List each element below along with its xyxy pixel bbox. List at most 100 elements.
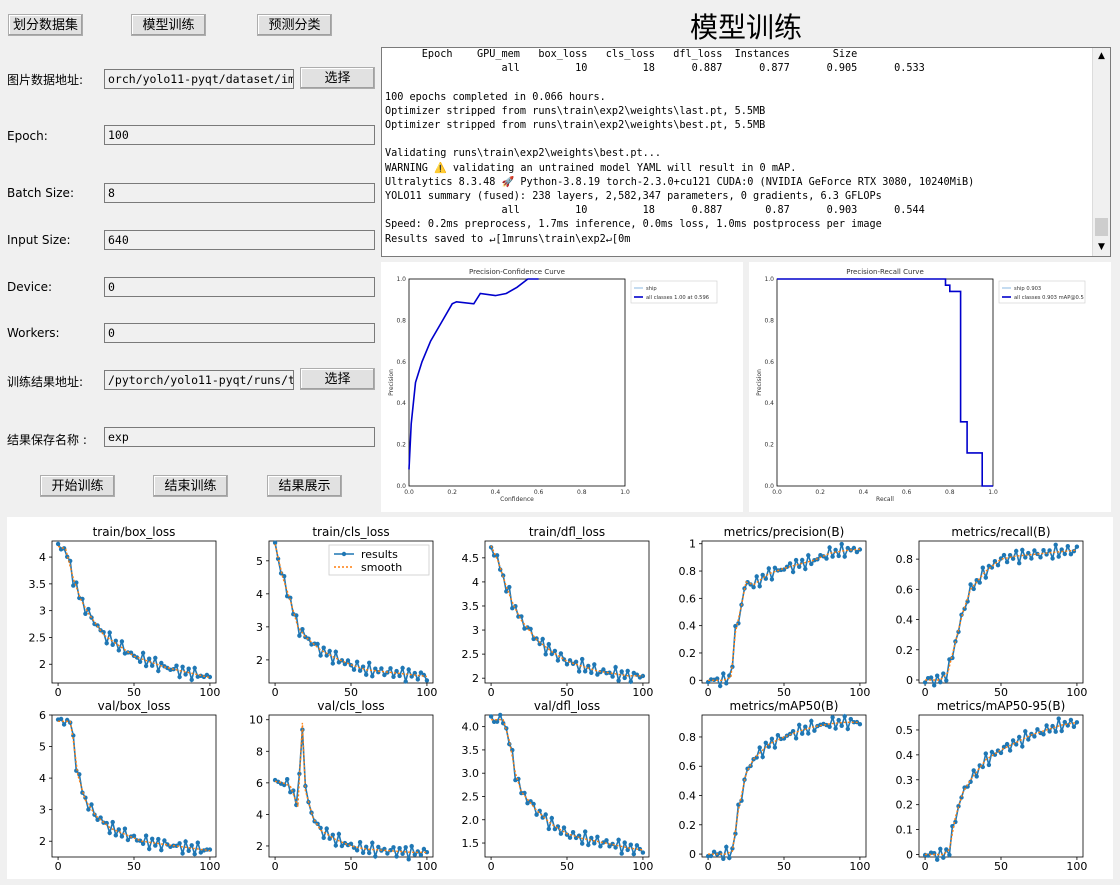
plot-point-2-41	[613, 665, 618, 670]
plot-point-1-50	[424, 678, 430, 683]
plot-point-2-33	[589, 670, 594, 675]
show-results-button[interactable]: 结果展示	[267, 475, 342, 497]
workers-field[interactable]: 0	[104, 323, 375, 343]
plot-point-4-35	[1029, 556, 1034, 561]
plot-ytick-1-2: 4	[256, 588, 263, 601]
plot-point-5-40	[177, 841, 182, 846]
plot-point-4-18	[977, 580, 982, 585]
model-train-button[interactable]: 模型训练	[131, 14, 206, 36]
log-scrollbar[interactable]: ▲ ▼	[1092, 48, 1110, 256]
plot-xtick-1-2: 100	[416, 686, 437, 699]
plot-point-1-42	[400, 665, 405, 671]
plot-point-1-24	[345, 658, 351, 663]
plot-xtick-3-1: 50	[777, 686, 791, 699]
plot-point-1-15	[318, 653, 323, 658]
plot-ytick-6-1: 4	[256, 808, 263, 821]
plot-point-1-19	[330, 661, 335, 666]
start-train-button[interactable]: 开始训练	[40, 475, 115, 497]
plot-point-0-29	[143, 663, 149, 669]
plot-point-3-33	[806, 553, 811, 558]
batch-size-field[interactable]: 8	[104, 183, 375, 203]
plot-point-4-31	[1017, 561, 1022, 566]
plot-point-7-36	[598, 844, 603, 849]
plot-point-1-39	[391, 674, 396, 679]
plot-xtick-7-1: 50	[560, 860, 574, 873]
split-dataset-button[interactable]: 划分数据集	[8, 14, 83, 36]
epoch-field[interactable]: 100	[104, 125, 375, 145]
curve-ylabel-0: Precision	[388, 369, 395, 396]
plot-xtick-9-0: 0	[922, 860, 929, 873]
curve-title-0: Precision-Confidence Curve	[469, 268, 565, 276]
plot-legend-smooth-label: smooth	[361, 561, 402, 574]
plot-point-7-43	[619, 851, 624, 856]
input-size-field[interactable]: 640	[104, 230, 375, 250]
plot-point-9-27	[1004, 741, 1010, 747]
plot-point-3-17	[757, 584, 762, 589]
plot-ytick-7-1: 2.0	[462, 814, 480, 827]
plot-point-0-41	[180, 664, 185, 669]
plot-point-5-23	[125, 837, 131, 843]
curve-ytick-1-5: 1.0	[764, 276, 774, 283]
epoch-label: Epoch:	[7, 129, 48, 143]
plot-point-8-11	[739, 798, 744, 803]
curve-legend-label-0-0: ship	[646, 286, 657, 292]
plot-results-line-2	[490, 547, 644, 685]
save-name-field[interactable]: exp	[104, 427, 375, 447]
plot-legend-results-marker	[341, 551, 347, 557]
plot-axes-4	[918, 540, 1084, 684]
plot-point-7-18	[543, 812, 548, 817]
plot-point-4-2	[928, 675, 934, 680]
plot-point-8-31	[800, 731, 805, 736]
plot-point-6-39	[391, 845, 396, 850]
plot-ytick-2-4: 4	[472, 576, 479, 589]
plot-point-0-34	[159, 660, 164, 666]
plot-point-4-32	[1020, 547, 1025, 553]
plot-ytick-6-2: 6	[256, 777, 263, 790]
scroll-down-icon[interactable]: ▼	[1093, 239, 1110, 256]
plot-xtick-5-0: 0	[55, 860, 62, 873]
plot-point-9-7	[944, 847, 949, 852]
choose-result-path-button[interactable]: 选择	[300, 368, 375, 390]
batch-size-label: Batch Size:	[7, 186, 74, 200]
stop-train-button[interactable]: 结束训练	[153, 475, 228, 497]
plot-point-4-20	[983, 575, 988, 580]
plot-point-5-28	[140, 841, 146, 846]
scroll-up-icon[interactable]: ▲	[1093, 48, 1110, 65]
image-path-field[interactable]: orch/yolo11-pyqt/dataset/images	[104, 69, 294, 89]
plot-ytick-8-2: 0.4	[679, 790, 697, 803]
plot-point-8-42	[833, 726, 838, 731]
training-log[interactable]: Epoch GPU_mem box_loss cls_loss dfl_loss…	[381, 47, 1111, 257]
plot-point-9-49	[1071, 724, 1077, 729]
plot-point-2-21	[552, 648, 558, 654]
scroll-thumb[interactable]	[1095, 218, 1108, 236]
plot-ytick-0-3: 3.5	[29, 578, 47, 591]
curve-xtick-0-3: 0.6	[534, 489, 544, 496]
plot-point-2-29	[576, 669, 582, 674]
plot-point-7-14	[531, 801, 536, 807]
plot-axes-2	[484, 540, 650, 684]
plot-point-4-42	[1050, 556, 1055, 561]
plot-point-4-50	[1074, 544, 1080, 549]
plot-point-2-37	[601, 667, 606, 672]
plot-point-0-9	[83, 611, 88, 616]
plot-ytick-9-5: 0.5	[896, 724, 914, 737]
plot-ytick-9-2: 0.2	[896, 799, 914, 812]
predict-classify-button[interactable]: 预测分类	[257, 14, 332, 36]
choose-image-path-button[interactable]: 选择	[300, 67, 375, 89]
plot-xtick-1-0: 0	[272, 686, 279, 699]
plot-point-6-48	[418, 852, 424, 858]
plot-point-9-4	[935, 857, 940, 862]
plot-point-3-43	[836, 553, 841, 559]
plot-title-4: metrics/recall(B)	[951, 525, 1050, 539]
plot-xtick-8-0: 0	[705, 860, 712, 873]
plot-point-4-24	[995, 563, 1001, 568]
plot-point-7-23	[558, 831, 564, 836]
plot-point-4-16	[971, 586, 976, 592]
device-field[interactable]: 0	[104, 277, 375, 297]
result-path-field[interactable]: /pytorch/yolo11-pyqt/runs/train	[104, 370, 294, 390]
plot-point-8-32	[803, 724, 808, 729]
plot-point-4-38	[1038, 555, 1043, 560]
curve-ytick-0-1: 0.2	[396, 442, 406, 449]
plot-point-1-43	[403, 679, 408, 684]
plot-xtick-9-2: 100	[1066, 860, 1087, 873]
